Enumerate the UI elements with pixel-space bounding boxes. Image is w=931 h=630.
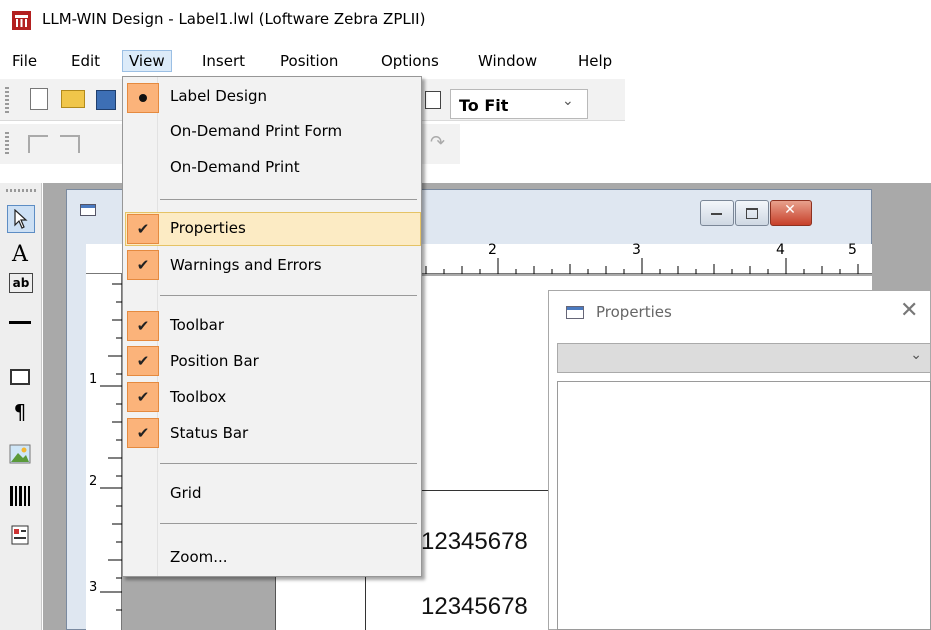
toolbar-grip[interactable] [5, 87, 9, 113]
barcode-tool-icon[interactable] [7, 483, 33, 509]
checkmark-icon: ✔ [127, 418, 159, 448]
rectangle-tool-icon[interactable] [7, 364, 33, 390]
chevron-down-icon[interactable]: ⌄ [910, 347, 922, 363]
maximize-button[interactable] [735, 200, 769, 226]
paragraph-tool-icon[interactable]: ¶ [7, 399, 33, 425]
zoom-fit-icon[interactable] [425, 91, 441, 109]
menu-separator [160, 463, 417, 464]
checkmark-icon: ✔ [127, 311, 159, 341]
ruler-mark: 3 [632, 242, 641, 258]
align-right-icon[interactable] [60, 135, 80, 153]
menu-separator [160, 523, 417, 524]
menu-file[interactable]: File [12, 52, 37, 70]
properties-title: Properties [596, 303, 672, 321]
vertical-ruler: 1 2 3 [86, 274, 122, 630]
new-file-icon[interactable] [30, 88, 48, 110]
checkmark-icon: ✔ [127, 346, 159, 376]
image-tool-icon[interactable] [7, 441, 33, 467]
toolbar-grip[interactable] [5, 132, 9, 156]
menu-item-grid[interactable]: Grid [170, 484, 201, 502]
pointer-tool-icon[interactable] [7, 205, 35, 233]
menu-item-warnings-and-errors[interactable]: Warnings and Errors [170, 256, 322, 274]
ruler-mark: 2 [488, 242, 497, 258]
ruler-mark: 1 [89, 372, 98, 387]
window-title: LLM-WIN Design - Label1.lwl (Loftware Ze… [42, 10, 426, 28]
checkmark-icon: ✔ [127, 382, 159, 412]
radio-selected-icon [127, 83, 159, 113]
menu-position[interactable]: Position [280, 52, 338, 70]
ruler-mark: 4 [776, 242, 785, 258]
line-tool-icon[interactable] [7, 309, 33, 335]
menu-help[interactable]: Help [578, 52, 612, 70]
ruler-mark: 2 [89, 474, 98, 489]
menu-item-label-design[interactable]: Label Design [170, 87, 267, 105]
zoom-value: To Fit [459, 96, 509, 115]
ruler-mark: 5 [848, 242, 857, 258]
menu-view[interactable]: View [122, 50, 172, 72]
menu-options[interactable]: Options [381, 52, 439, 70]
ruler-mark: 3 [89, 580, 98, 595]
menu-item-zoom[interactable]: Zoom... [170, 548, 228, 566]
checkmark-icon: ✔ [127, 250, 159, 280]
menu-item-toolbar[interactable]: Toolbar [170, 316, 224, 334]
menu-bar: File Edit View Insert Position Options W… [0, 48, 931, 76]
menu-separator [160, 199, 417, 200]
minimize-button[interactable] [700, 200, 734, 226]
label-text-field[interactable]: 12345678 [421, 593, 528, 621]
document-icon [80, 204, 96, 216]
menu-item-position-bar[interactable]: Position Bar [170, 352, 259, 370]
chevron-down-icon[interactable]: ⌄ [562, 93, 574, 109]
checkmark-icon: ✔ [127, 214, 159, 244]
menu-insert[interactable]: Insert [202, 52, 245, 70]
label-text-field[interactable]: 12345678 [421, 528, 528, 556]
menu-window[interactable]: Window [478, 52, 537, 70]
textbox-tool-icon[interactable]: ab [9, 273, 33, 293]
save-icon[interactable] [96, 90, 116, 110]
menu-item-properties[interactable]: Properties [170, 219, 246, 237]
toolbox: A ab ¶ [0, 183, 42, 630]
open-folder-icon[interactable] [61, 90, 85, 108]
menu-item-status-bar[interactable]: Status Bar [170, 424, 248, 442]
text-tool-icon[interactable]: A [7, 241, 33, 267]
menu-item-toolbox[interactable]: Toolbox [170, 388, 226, 406]
properties-grid[interactable] [557, 381, 931, 630]
close-icon[interactable]: ✕ [900, 298, 918, 323]
properties-object-select[interactable]: ⌄ [557, 343, 931, 373]
view-menu-dropdown [122, 76, 422, 577]
menu-edit[interactable]: Edit [71, 52, 100, 70]
app-logo-icon [12, 11, 31, 30]
toolbox-grip[interactable] [6, 189, 36, 192]
rfid-tool-icon[interactable] [7, 522, 33, 548]
redo-icon[interactable]: ↷ [430, 134, 448, 152]
menu-item-on-demand-print-form[interactable]: On-Demand Print Form [170, 122, 342, 140]
panel-icon [566, 306, 584, 319]
align-left-icon[interactable] [28, 135, 48, 153]
menu-item-on-demand-print[interactable]: On-Demand Print [170, 158, 300, 176]
menu-separator [160, 295, 417, 296]
close-button[interactable]: ✕ [770, 200, 812, 226]
